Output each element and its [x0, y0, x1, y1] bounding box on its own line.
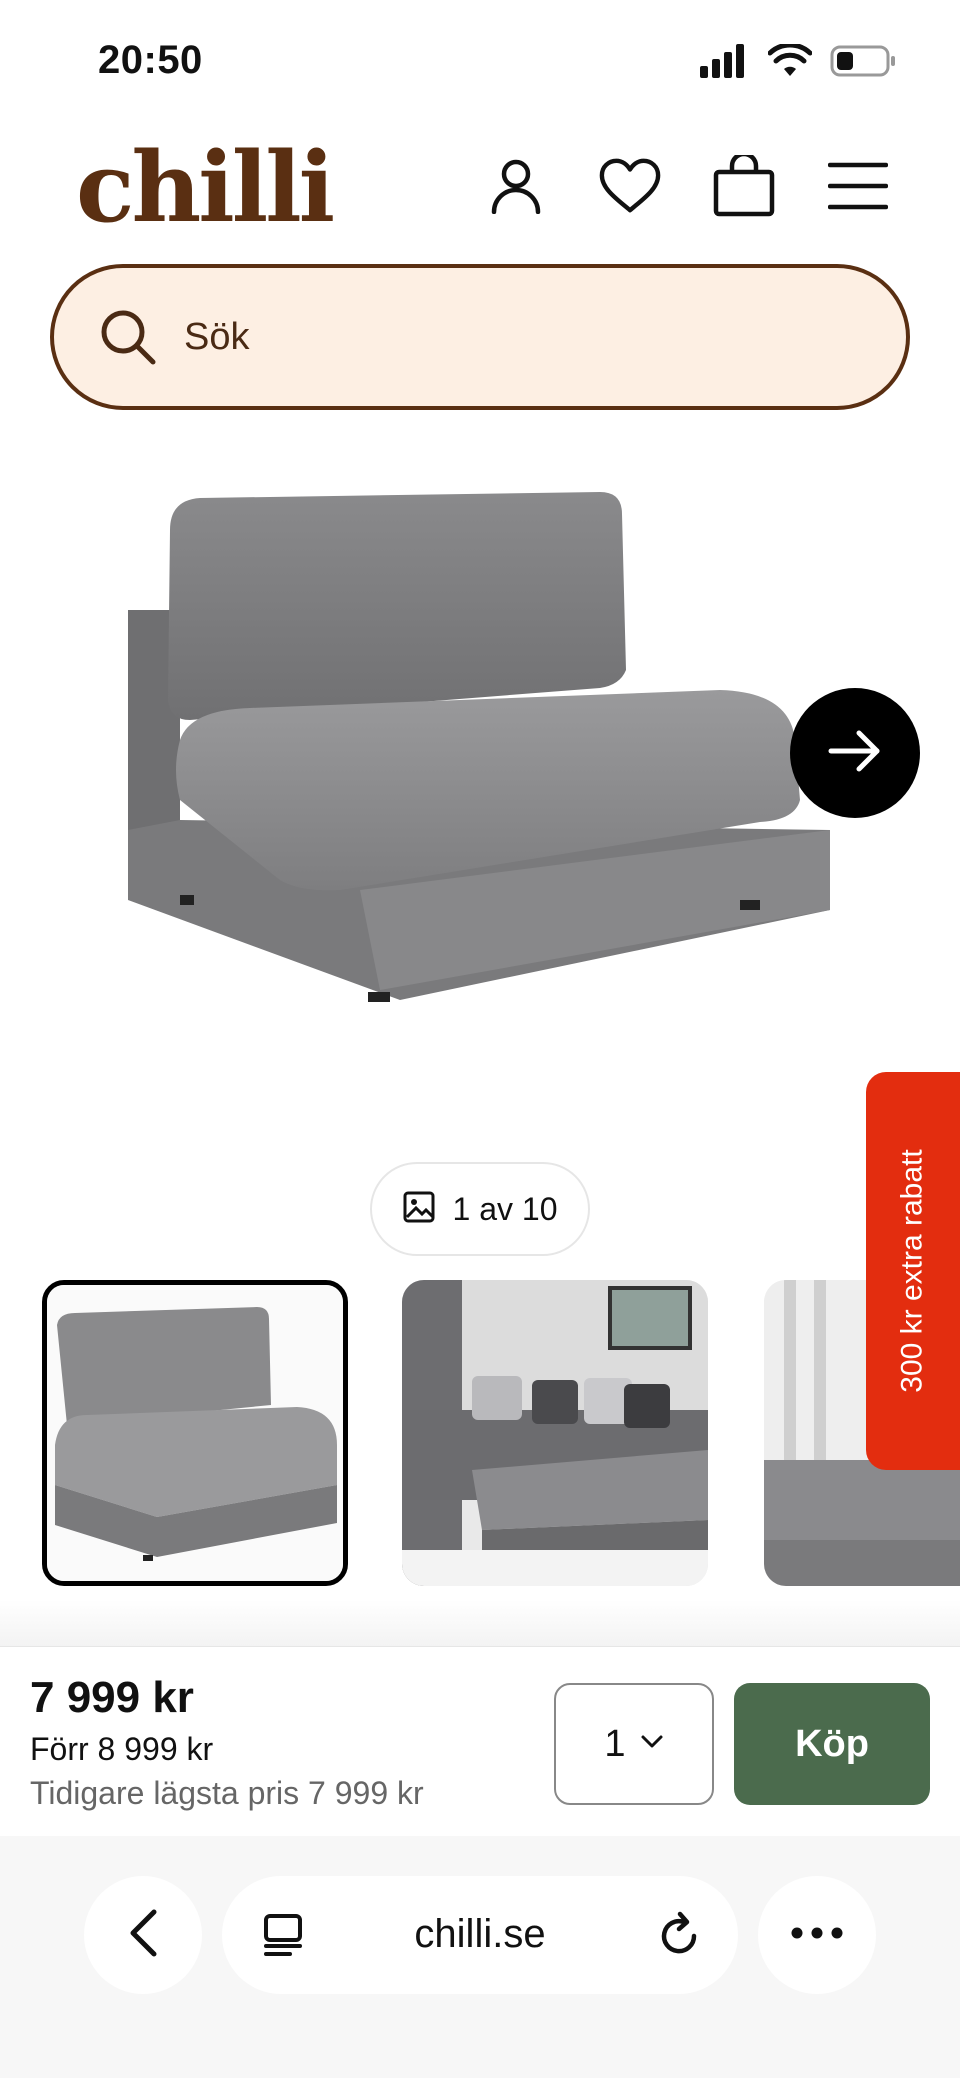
lowest-price: Tidigare lägsta pris 7 999 kr — [30, 1775, 424, 1811]
thumbnail-strip — [0, 1280, 960, 1586]
product-image[interactable] — [100, 470, 860, 1030]
user-icon[interactable] — [484, 154, 548, 218]
header-icons — [484, 154, 890, 218]
thumbnail-2[interactable] — [402, 1280, 708, 1586]
status-icons — [700, 42, 896, 83]
image-icon — [403, 1191, 435, 1228]
quantity-select[interactable]: 1 — [554, 1683, 714, 1805]
status-bar: 20:50 — [0, 0, 960, 120]
arrow-right-icon — [827, 729, 883, 778]
bag-icon[interactable] — [712, 154, 776, 218]
chevron-left-icon — [128, 1908, 158, 1963]
back-button[interactable] — [84, 1876, 202, 1994]
previous-price: Förr 8 999 kr — [30, 1731, 214, 1767]
logo[interactable]: chilli — [76, 140, 335, 236]
extra-discount-tab[interactable]: 300 kr extra rabatt — [866, 1072, 960, 1470]
more-icon — [791, 1926, 843, 1944]
search-placeholder: Sök — [184, 315, 250, 358]
image-counter[interactable]: 1 av 10 — [370, 1162, 590, 1256]
status-time: 20:50 — [98, 38, 203, 82]
extra-discount-label: 300 kr extra rabatt — [896, 1149, 929, 1393]
image-counter-text: 1 av 10 — [452, 1190, 558, 1227]
search-icon — [98, 307, 158, 367]
signal-icon — [700, 44, 750, 83]
more-button[interactable] — [758, 1876, 876, 1994]
menu-icon[interactable] — [826, 154, 890, 218]
heart-icon[interactable] — [598, 154, 662, 218]
buy-button[interactable]: Köp — [734, 1683, 930, 1805]
site-header: chilli — [0, 130, 960, 255]
section-divider — [0, 1600, 960, 1646]
quantity-value: 1 — [604, 1722, 626, 1765]
battery-icon — [830, 44, 896, 83]
current-price: 7 999 kr — [30, 1673, 194, 1722]
reload-icon[interactable] — [654, 1910, 704, 1960]
wifi-icon — [767, 42, 813, 83]
thumbnail-1[interactable] — [42, 1280, 348, 1586]
search-input[interactable]: Sök — [50, 264, 910, 410]
address-bar[interactable]: chilli.se — [222, 1876, 738, 1994]
purchase-bar: 7 999 kr Förr 8 999 kr Tidigare lägsta p… — [0, 1646, 960, 1836]
next-image-button[interactable] — [790, 688, 920, 818]
browser-toolbar: chilli.se — [0, 1836, 960, 2078]
chevron-down-icon — [640, 1734, 664, 1755]
